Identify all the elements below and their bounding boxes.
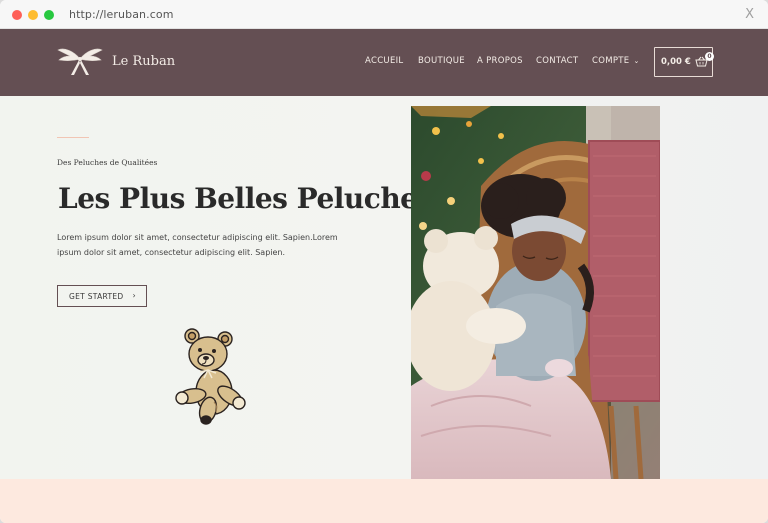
accent-divider (57, 137, 89, 138)
nav-compte-label: COMPTE (592, 56, 630, 66)
hero-section: Des Peluches de Qualitées Les Plus Belle… (0, 96, 768, 479)
cart-total: 0,00 € (661, 57, 691, 67)
child-hugging-teddy-photo (411, 106, 660, 479)
nav-boutique[interactable]: BOUTIQUE (418, 56, 465, 66)
cart-button[interactable]: 0,00 € 0 (654, 47, 714, 77)
browser-titlebar: http://leruban.com X (0, 0, 768, 29)
hero-description: Lorem ipsum dolor sit amet, consectetur … (57, 233, 338, 257)
close-icon[interactable]: X (745, 7, 754, 22)
chevron-right-icon: › (132, 291, 136, 300)
browser-window: http://leruban.com X Le Ruban ACCUEIL BO… (0, 0, 768, 523)
cart-count-badge: 0 (705, 52, 714, 61)
window-maximize-button[interactable] (44, 10, 54, 20)
window-minimize-button[interactable] (28, 10, 38, 20)
window-close-button[interactable] (12, 10, 22, 20)
brand-name[interactable]: Le Ruban (112, 54, 175, 69)
nav-compte[interactable]: COMPTE ⌄ (592, 56, 640, 66)
hero-subtitle: Des Peluches de Qualitées (57, 158, 158, 167)
next-section-strip (0, 479, 768, 523)
site-header: Le Ruban ACCUEIL BOUTIQUE A PROPOS CONTA… (0, 29, 768, 96)
hero-headline: Les Plus Belles Peluches! (58, 182, 445, 215)
teddy-bear-icon (175, 328, 246, 425)
get-started-label: GET STARTED (69, 291, 124, 301)
get-started-button[interactable]: GET STARTED › (57, 285, 147, 307)
address-bar[interactable]: http://leruban.com (69, 8, 174, 21)
nav-contact[interactable]: CONTACT (536, 56, 578, 66)
ribbon-bow-icon[interactable] (56, 45, 104, 79)
url-host: leruban.com (103, 8, 174, 21)
nav-accueil[interactable]: ACCUEIL (365, 56, 403, 66)
chevron-down-icon: ⌄ (633, 57, 640, 65)
url-scheme: http:// (69, 8, 104, 21)
nav-a-propos[interactable]: A PROPOS (477, 56, 523, 66)
